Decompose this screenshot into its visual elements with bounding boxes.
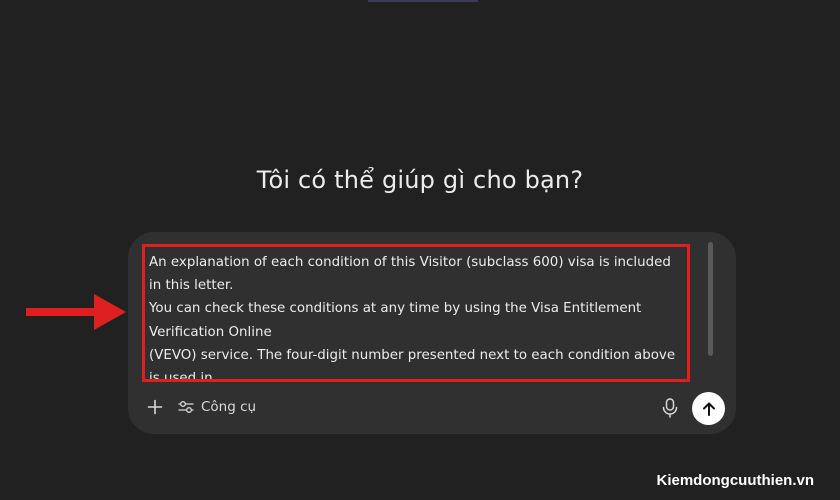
site-watermark: Kiemdongcuuthien.vn: [656, 472, 815, 489]
prompt-scrollbar[interactable]: [708, 242, 713, 356]
page-heading: Tôi có thể giúp gì cho bạn?: [256, 166, 584, 194]
tools-button[interactable]: Công cụ: [178, 396, 256, 418]
chat-page: Tôi có thể giúp gì cho bạn? An explanati…: [0, 0, 840, 500]
arrow-right-icon: [26, 294, 126, 330]
microphone-icon: [662, 398, 678, 418]
microphone-button[interactable]: [660, 397, 680, 419]
plus-icon: [147, 399, 163, 415]
send-button[interactable]: [692, 392, 725, 425]
prompt-input[interactable]: An explanation of each condition of this…: [142, 244, 690, 382]
arrow-up-icon: [702, 402, 715, 416]
tools-label: Công cụ: [201, 399, 257, 415]
top-accent-bar: [368, 0, 478, 2]
add-attachment-button[interactable]: [144, 396, 166, 418]
prompt-composer: An explanation of each condition of this…: [128, 232, 736, 434]
sliders-icon: [178, 401, 194, 413]
